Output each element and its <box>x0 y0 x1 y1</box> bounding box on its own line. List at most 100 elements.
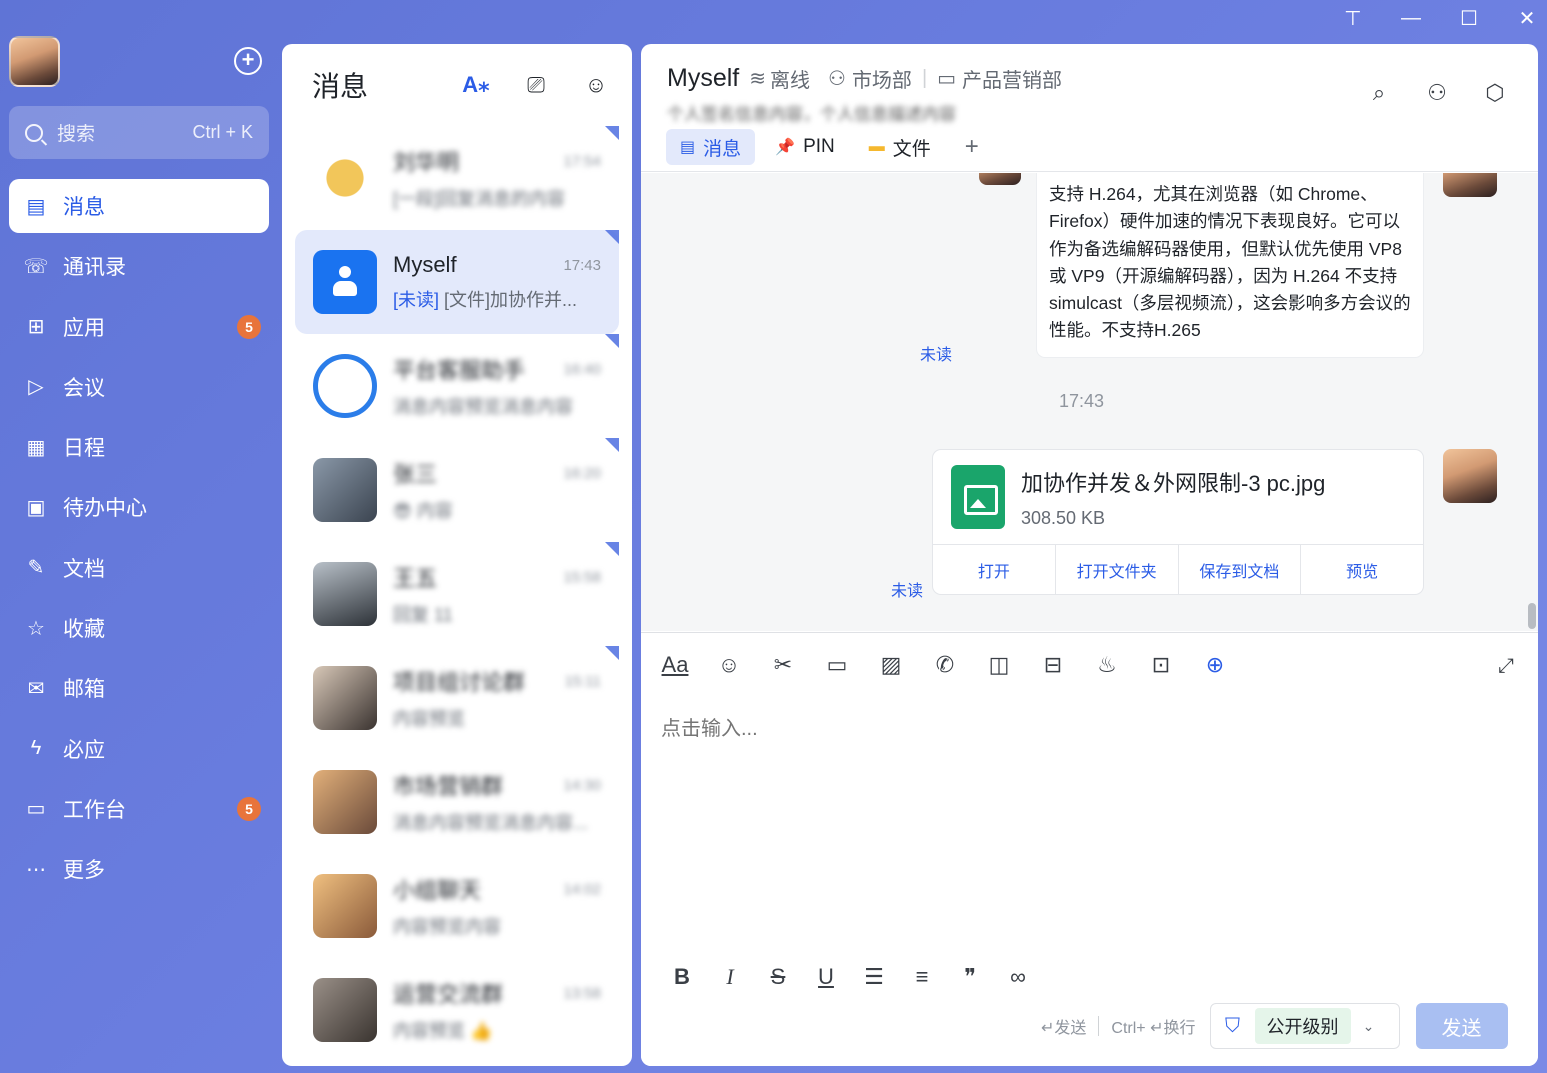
chat-bot-icon[interactable]: ☺ <box>580 69 612 101</box>
bold-icon[interactable]: B <box>669 963 695 991</box>
ordered-list-icon[interactable]: ☰ <box>861 963 887 991</box>
sidebar-item-more[interactable]: ⋯ 更多 <box>9 842 269 896</box>
conversation-item[interactable]: 小组聊天 14:02 内容预览内容 <box>295 854 619 958</box>
video-icon[interactable]: ◫ <box>985 651 1013 679</box>
close-icon[interactable]: ✕ <box>1517 6 1537 30</box>
pin-icon: 📌 <box>775 139 796 156</box>
sidebar-item-favorites[interactable]: ☆ 收藏 <box>9 601 269 655</box>
minimize-icon[interactable]: — <box>1401 6 1421 30</box>
conversation-avatar <box>313 458 377 522</box>
pin-icon[interactable]: ⊤ <box>1343 6 1363 30</box>
tab-pin[interactable]: 📌 PIN <box>761 129 849 165</box>
screen-share-icon[interactable]: ⎚ <box>520 69 552 101</box>
unread-corner-marker <box>605 438 619 452</box>
send-button[interactable]: 发送 <box>1415 1003 1508 1049</box>
conversation-name: 小组聊天 <box>393 878 482 903</box>
quote-icon[interactable]: ❞ <box>957 963 983 991</box>
sidebar-item-workbench[interactable]: ▭ 工作台 5 <box>9 782 269 836</box>
chat-title: Myself <box>667 64 740 92</box>
sidebar-item-label: 日程 <box>63 437 105 461</box>
conversation-item[interactable]: 项目组讨论群 15:11 内容预览 <box>295 646 619 750</box>
unread-label[interactable]: 未读 <box>920 341 952 365</box>
conversation-item[interactable]: 市场营销群 14:30 消息内容预览消息内容... <box>295 750 619 854</box>
save-to-docs-button[interactable]: 保存到文档 <box>1179 545 1302 594</box>
add-member-icon[interactable]: ⚇ <box>1424 80 1450 106</box>
doc-icon: ✎ <box>27 557 45 580</box>
sidebar-item-todo[interactable]: ▣ 待办中心 <box>9 480 269 534</box>
folder-icon[interactable]: ▭ <box>823 651 851 679</box>
link-icon[interactable]: ∞ <box>1005 963 1031 991</box>
conversation-item[interactable]: 运营交流群 13:58 内容预览 👍 <box>295 958 619 1062</box>
search-input[interactable]: 搜索 Ctrl + K <box>9 106 269 159</box>
sidebar-item-label: 待办中心 <box>63 497 147 521</box>
sidebar-item-label: 工作台 <box>63 798 126 822</box>
expand-icon[interactable]: ⤢ <box>1498 655 1514 678</box>
team-text: 产品营销部 <box>962 70 1063 92</box>
file-card[interactable]: 加协作并发＆外网限制-3 pc.jpg 308.50 KB 打开 打开文件夹 保… <box>933 450 1423 594</box>
text-format-icon[interactable]: Aa <box>661 651 689 679</box>
message-bubble[interactable]: 支持 H.264，尤其在浏览器（如 Chrome、Firefox）硬件加速的情况… <box>1037 173 1423 357</box>
conversation-preview: [文件]加协作并... <box>444 290 578 310</box>
sidebar-item-meeting[interactable]: ▷ 会议 <box>9 360 269 414</box>
status-text: 离线 <box>770 70 810 92</box>
user-avatar[interactable] <box>9 36 60 87</box>
maximize-icon[interactable]: ☐ <box>1459 6 1479 30</box>
conversation-item[interactable]: 平台客服助手 16:40 消息内容预览消息内容 <box>295 334 619 438</box>
plus-circle-icon[interactable]: ⊕ <box>1201 651 1229 679</box>
add-tab-button[interactable]: + <box>951 129 993 165</box>
open-folder-button[interactable]: 打开文件夹 <box>1056 545 1179 594</box>
conversation-item[interactable]: 张三 16:20 😎 内容 <box>295 438 619 542</box>
list-header: 消息 A⁎ ⎚ ☺ <box>282 44 632 126</box>
conversation-avatar <box>313 666 377 730</box>
screenshot-icon[interactable]: ⊟ <box>1039 651 1067 679</box>
conversation-item[interactable]: 王五 15:58 回复 11 <box>295 542 619 646</box>
open-file-button[interactable]: 打开 <box>933 545 1056 594</box>
workbench-icon: ▭ <box>26 798 46 821</box>
strikethrough-icon[interactable]: S <box>765 963 791 991</box>
sidebar-item-docs[interactable]: ✎ 文档 <box>9 541 269 595</box>
bullet-list-icon[interactable]: ≡ <box>909 963 935 991</box>
scrollbar[interactable] <box>1528 603 1536 629</box>
add-icon[interactable]: + <box>234 47 262 75</box>
tab-files[interactable]: ▬ 文件 <box>855 129 945 165</box>
underline-icon[interactable]: U <box>813 963 839 991</box>
unread-label[interactable]: 未读 <box>891 577 923 601</box>
conversation-list-panel: 消息 A⁎ ⎚ ☺ 刘华明 17:54 [一段]回复消息的内容 Myself 17:… <box>282 44 632 1066</box>
newline-hint: Ctrl+ ↵换行 <box>1111 1020 1196 1037</box>
conversation-name: 王五 <box>393 566 438 591</box>
security-level-select[interactable]: ⛉ 公开级别 ⌄ <box>1209 1003 1400 1049</box>
conversation-item-myself[interactable]: Myself 17:43 [未读] [文件]加协作并... <box>295 230 619 334</box>
conversation-item[interactable]: 刘华明 17:54 [一段]回复消息的内容 <box>295 126 619 230</box>
conversation-name: 张三 <box>393 462 438 487</box>
sidebar-item-label: 收藏 <box>63 618 105 642</box>
sidebar-item-label: 消息 <box>63 196 105 219</box>
sidebar-item-contacts[interactable]: ☏ 通讯录 <box>9 239 269 293</box>
sidebar-item-calendar[interactable]: ▦ 日程 <box>9 420 269 474</box>
preview-button[interactable]: 预览 <box>1301 545 1423 594</box>
file-actions: 打开 打开文件夹 保存到文档 预览 <box>933 544 1423 594</box>
chat-header-tools: ⌕ ⚇ ⬡ <box>1366 80 1508 106</box>
ai-icon[interactable]: A⁎ <box>460 69 492 101</box>
unread-corner-marker <box>605 542 619 556</box>
emoji-icon[interactable]: ☺ <box>715 651 743 679</box>
sidebar-item-messages[interactable]: ▤ 消息 <box>9 179 269 233</box>
scissors-icon[interactable]: ✂ <box>769 651 797 679</box>
sidebar-item-apps[interactable]: ⊞ 应用 5 <box>9 300 269 354</box>
unread-corner-marker <box>605 646 619 660</box>
settings-icon[interactable]: ⬡ <box>1482 80 1508 106</box>
sidebar-item-mail[interactable]: ✉ 邮箱 <box>9 661 269 715</box>
search-chat-icon[interactable]: ⌕ <box>1366 80 1392 106</box>
composer-bottom-bar: ↵发送 Ctrl+ ↵换行 ⛉ 公开级别 ⌄ 发送 <box>1041 1003 1508 1049</box>
message-icon: ▤ <box>26 195 46 218</box>
fire-icon[interactable]: ♨ <box>1093 651 1121 679</box>
lock-icon[interactable]: ⊡ <box>1147 651 1175 679</box>
more-icon: ⋯ <box>26 858 46 881</box>
italic-icon[interactable]: I <box>717 963 743 991</box>
tab-messages[interactable]: ▤ 消息 <box>666 129 756 165</box>
message-input[interactable] <box>661 709 1511 749</box>
conversation-avatar <box>313 978 377 1042</box>
image-icon[interactable]: ▨ <box>877 651 905 679</box>
sidebar-item-biying[interactable]: ϟ 必应 <box>9 722 269 776</box>
conversation-avatar <box>313 562 377 626</box>
phone-icon[interactable]: ✆ <box>931 651 959 679</box>
